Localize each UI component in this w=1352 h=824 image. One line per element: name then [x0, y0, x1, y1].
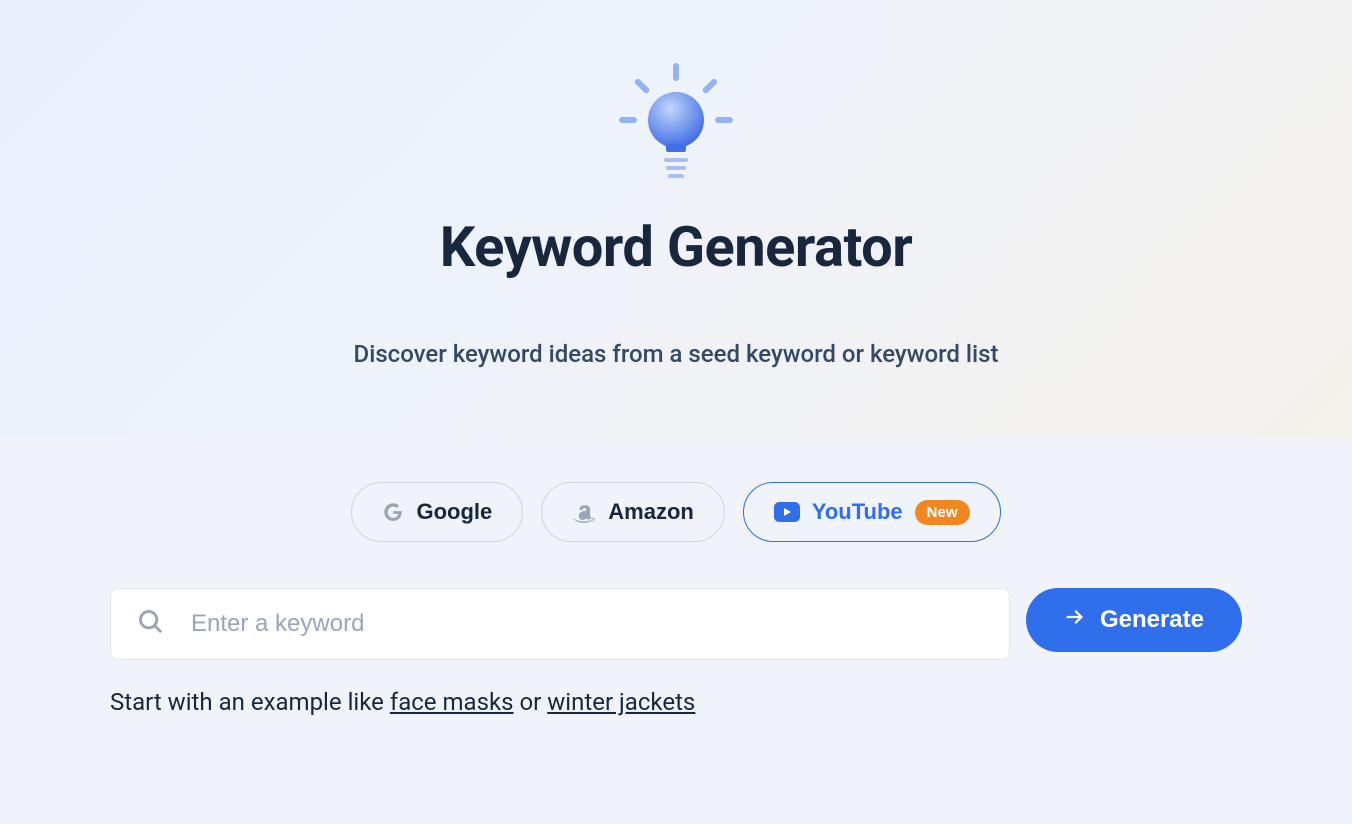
youtube-icon [774, 502, 800, 522]
example-text: Start with an example like face masks or… [110, 688, 1242, 716]
new-badge: New [915, 500, 970, 525]
hero-section: Keyword Generator Discover keyword ideas… [0, 0, 1352, 438]
example-link-winter-jackets[interactable]: winter jackets [547, 688, 695, 716]
page-title: Keyword Generator [0, 214, 1352, 280]
page-subtitle: Discover keyword ideas from a seed keywo… [0, 340, 1352, 368]
controls-section: Google Amazon YouTube New [0, 438, 1352, 716]
example-prefix: Start with an example like [110, 688, 390, 716]
amazon-icon [572, 500, 596, 524]
example-link-face-masks[interactable]: face masks [390, 688, 514, 716]
tab-label: Google [416, 499, 492, 525]
generate-button[interactable]: Generate [1026, 588, 1242, 652]
tab-youtube[interactable]: YouTube New [743, 482, 1001, 542]
generate-button-label: Generate [1100, 606, 1204, 634]
lightbulb-icon [616, 60, 736, 184]
search-row: Generate [110, 588, 1242, 660]
tab-label: YouTube [812, 499, 903, 525]
keyword-input[interactable] [191, 610, 983, 638]
tab-google[interactable]: Google [351, 482, 523, 542]
search-icon [137, 608, 165, 640]
search-box [110, 588, 1010, 660]
tab-amazon[interactable]: Amazon [541, 482, 725, 542]
tab-label: Amazon [608, 499, 694, 525]
example-separator: or [514, 688, 548, 716]
google-icon [382, 501, 404, 523]
arrow-right-icon [1064, 606, 1086, 635]
source-tabs: Google Amazon YouTube New [110, 482, 1242, 542]
